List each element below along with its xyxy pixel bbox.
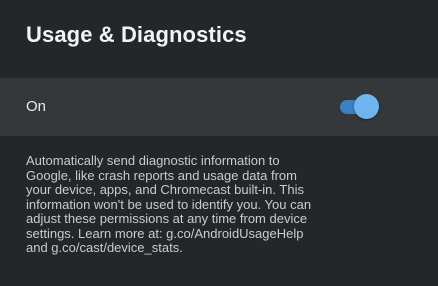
description-line: and g.co/cast/device_stats. bbox=[26, 240, 183, 255]
switch-thumb bbox=[354, 94, 379, 119]
description-line: your device, apps, and Chromecast built-… bbox=[26, 182, 304, 197]
description-line: Google, like crash reports and usage dat… bbox=[26, 167, 297, 183]
description-line: adjust these permissions at any time fro… bbox=[26, 211, 308, 226]
settings-screen: Usage & Diagnostics On Automatically sen… bbox=[0, 0, 438, 286]
page-title: Usage & Diagnostics bbox=[26, 22, 247, 47]
description-line: Automatically send diagnostic informatio… bbox=[26, 153, 280, 168]
description-line: settings. Learn more at: g.co/AndroidUsa… bbox=[26, 225, 304, 241]
toggle-label: On bbox=[26, 98, 47, 115]
description-text: Automatically send diagnostic informatio… bbox=[26, 153, 426, 256]
usage-diagnostics-toggle-row[interactable]: On bbox=[0, 78, 438, 136]
usage-diagnostics-switch[interactable] bbox=[340, 92, 384, 122]
description-line: information won't be used to identify yo… bbox=[26, 196, 312, 212]
